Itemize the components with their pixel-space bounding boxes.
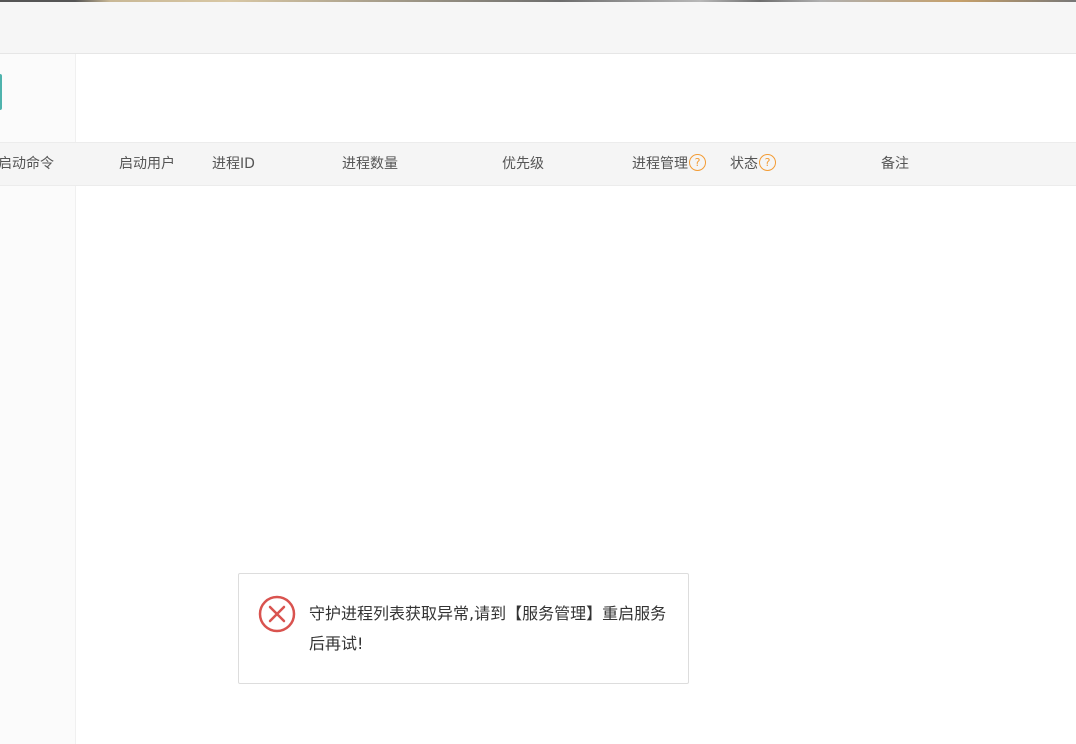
sidebar-active-indicator	[0, 74, 2, 110]
column-header-status[interactable]: 状态?	[730, 143, 776, 185]
help-icon[interactable]: ?	[759, 153, 776, 171]
column-header-remarks[interactable]: 备注	[881, 143, 909, 185]
error-message: 守护进程列表获取异常,请到【服务管理】重启服务后再试!	[309, 604, 667, 653]
error-circle-x-icon	[258, 595, 296, 633]
column-header-status-label: 状态	[730, 156, 758, 172]
help-icon[interactable]: ?	[689, 153, 706, 171]
error-toast: 守护进程列表获取异常,请到【服务管理】重启服务后再试!	[238, 573, 689, 684]
column-header-process-management[interactable]: 进程管理?	[632, 143, 706, 185]
column-header-process-count[interactable]: 进程数量	[342, 143, 398, 185]
table-header: 启动命令 启动用户 进程ID 进程数量 优先级 进程管理? 状态? 备注	[0, 142, 1076, 186]
column-header-process-management-label: 进程管理	[632, 156, 688, 172]
column-header-priority[interactable]: 优先级	[502, 143, 544, 185]
column-header-start-user[interactable]: 启动用户	[119, 143, 175, 185]
column-header-start-command[interactable]: 启动命令	[0, 143, 54, 185]
column-header-process-id[interactable]: 进程ID	[212, 143, 255, 185]
top-toolbar	[0, 2, 1076, 54]
